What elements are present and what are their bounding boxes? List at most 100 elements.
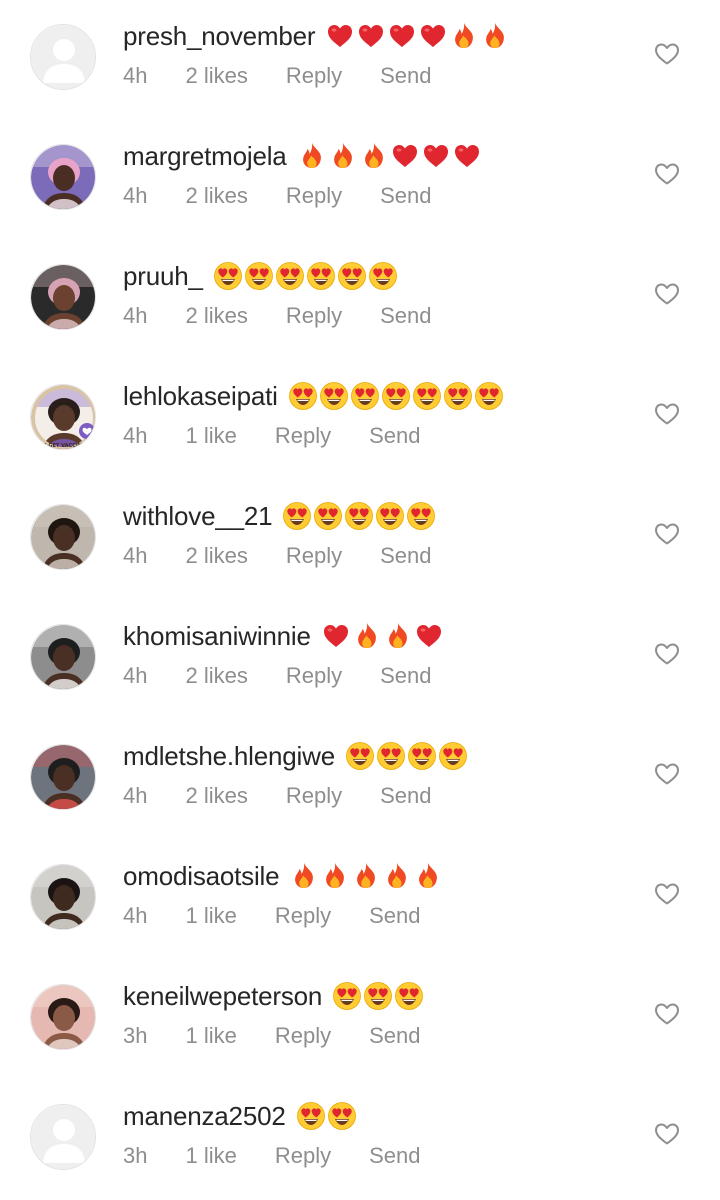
heart-outline-icon[interactable] xyxy=(654,882,680,906)
fire-emoji-icon xyxy=(455,23,474,48)
heart-eyes-emoji-icon xyxy=(288,382,317,410)
heart-eyes-emoji-icon xyxy=(319,382,348,410)
heart-outline-icon[interactable] xyxy=(654,762,680,786)
fire-emoji-icon xyxy=(388,863,407,888)
comment-text xyxy=(321,621,445,651)
comment-text xyxy=(289,861,444,891)
send-button[interactable]: Send xyxy=(380,63,431,89)
comment-like-count[interactable]: 1 like xyxy=(185,1023,236,1049)
comment-item: withlove__21 4h 2 likes Reply Send xyxy=(0,480,720,600)
heart-eyes-emoji-icon xyxy=(376,502,405,530)
heart-eyes-emoji-icon xyxy=(314,502,343,530)
avatar[interactable] xyxy=(30,504,96,570)
avatar[interactable] xyxy=(30,144,96,210)
comment-username[interactable]: pruuh_ xyxy=(123,261,203,292)
comment-text xyxy=(332,981,425,1011)
heart-outline-icon[interactable] xyxy=(654,522,680,546)
comment-item: margretmojela 4h 2 likes Reply Send xyxy=(0,120,720,240)
fire-emoji-icon xyxy=(326,863,345,888)
comment-text xyxy=(296,1101,358,1131)
avatar[interactable]: LET'S GET VACCINATED xyxy=(30,384,96,450)
heart-eyes-emoji-icon xyxy=(368,262,397,290)
comment-timestamp: 4h xyxy=(123,183,148,208)
comment-username[interactable]: mdletshe.hlengiwe xyxy=(123,741,335,772)
comment-username[interactable]: withlove__21 xyxy=(123,501,273,532)
heart-outline-icon[interactable] xyxy=(654,642,680,666)
avatar[interactable] xyxy=(30,24,96,90)
comment-username[interactable]: keneilwepeterson xyxy=(123,981,322,1012)
comment-item: manenza2502 3h 1 like Reply Send xyxy=(0,1080,720,1200)
heart-outline-icon[interactable] xyxy=(654,1122,680,1146)
comment-like-count[interactable]: 1 like xyxy=(185,1143,236,1169)
comment-like-count[interactable]: 1 like xyxy=(185,423,236,449)
comment-username[interactable]: omodisaotsile xyxy=(123,861,280,892)
heart-emoji-icon xyxy=(421,25,446,47)
send-button[interactable]: Send xyxy=(380,783,431,809)
send-button[interactable]: Send xyxy=(369,1023,420,1049)
comment-item: LET'S GET VACCINATED lehlokaseipati 4h 1 li… xyxy=(0,360,720,480)
heart-eyes-emoji-icon xyxy=(439,742,467,770)
reply-button[interactable]: Reply xyxy=(286,183,342,209)
reply-button[interactable]: Reply xyxy=(275,1143,331,1169)
heart-emoji-icon xyxy=(323,625,348,647)
avatar[interactable] xyxy=(30,624,96,690)
reply-button[interactable]: Reply xyxy=(275,903,331,929)
fire-emoji-icon xyxy=(357,863,376,888)
heart-eyes-emoji-icon xyxy=(333,982,362,1010)
send-button[interactable]: Send xyxy=(380,543,431,569)
reply-button[interactable]: Reply xyxy=(286,783,342,809)
comment-username[interactable]: presh_november xyxy=(123,21,316,52)
send-button[interactable]: Send xyxy=(380,303,431,329)
heart-emoji-icon xyxy=(454,145,479,167)
comment-timestamp: 4h xyxy=(123,663,148,688)
heart-outline-icon[interactable] xyxy=(654,282,680,306)
heart-outline-icon[interactable] xyxy=(654,1002,680,1026)
comment-username[interactable]: khomisaniwinnie xyxy=(123,621,311,652)
send-button[interactable]: Send xyxy=(380,663,431,689)
comment-like-count[interactable]: 2 likes xyxy=(185,663,247,689)
comment-username[interactable]: manenza2502 xyxy=(123,1101,286,1132)
comment-like-count[interactable]: 2 likes xyxy=(185,783,247,809)
reply-button[interactable]: Reply xyxy=(286,543,342,569)
comment-like-count[interactable]: 2 likes xyxy=(185,303,247,329)
fire-emoji-icon xyxy=(357,623,376,648)
reply-button[interactable]: Reply xyxy=(275,423,331,449)
reply-button[interactable]: Reply xyxy=(286,303,342,329)
heart-eyes-emoji-icon xyxy=(275,262,304,290)
comment-timestamp: 4h xyxy=(123,63,148,88)
send-button[interactable]: Send xyxy=(369,903,420,929)
avatar[interactable] xyxy=(30,744,96,810)
heart-eyes-emoji-icon xyxy=(283,502,312,530)
heart-eyes-emoji-icon xyxy=(381,382,410,410)
avatar[interactable] xyxy=(30,264,96,330)
reply-button[interactable]: Reply xyxy=(286,63,342,89)
send-button[interactable]: Send xyxy=(369,423,420,449)
reply-button[interactable]: Reply xyxy=(286,663,342,689)
comment-username[interactable]: margretmojela xyxy=(123,141,287,172)
svg-text:LET'S GET VACCINATED: LET'S GET VACCINATED xyxy=(32,443,96,449)
send-button[interactable]: Send xyxy=(369,1143,420,1169)
comment-like-count[interactable]: 2 likes xyxy=(185,183,247,209)
heart-outline-icon[interactable] xyxy=(654,42,680,66)
heart-outline-icon[interactable] xyxy=(654,402,680,426)
heart-eyes-emoji-icon xyxy=(345,502,374,530)
heart-eyes-emoji-icon xyxy=(395,982,424,1010)
heart-eyes-emoji-icon xyxy=(350,382,379,410)
avatar[interactable] xyxy=(30,864,96,930)
comment-like-count[interactable]: 2 likes xyxy=(185,543,247,569)
reply-button[interactable]: Reply xyxy=(275,1023,331,1049)
comment-timestamp: 3h xyxy=(123,1023,148,1048)
comment-item: presh_november 4h 2 likes Reply Send xyxy=(0,0,720,120)
heart-outline-icon[interactable] xyxy=(654,162,680,186)
heart-eyes-emoji-icon xyxy=(364,982,393,1010)
heart-eyes-emoji-icon xyxy=(408,742,436,770)
send-button[interactable]: Send xyxy=(380,183,431,209)
fire-emoji-icon xyxy=(295,863,314,888)
comment-like-count[interactable]: 1 like xyxy=(185,903,236,929)
comment-text xyxy=(213,261,399,291)
comment-like-count[interactable]: 2 likes xyxy=(185,63,247,89)
comment-username[interactable]: lehlokaseipati xyxy=(123,381,278,412)
heart-eyes-emoji-icon xyxy=(337,262,366,290)
avatar[interactable] xyxy=(30,1104,96,1170)
avatar[interactable] xyxy=(30,984,96,1050)
